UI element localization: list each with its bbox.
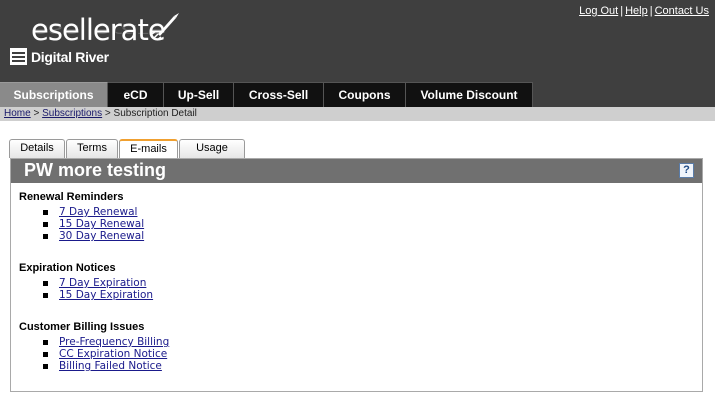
breadcrumb: Home > Subscriptions > Subscription Deta… — [0, 107, 715, 121]
list-item: 15 Day Expiration — [43, 289, 153, 301]
page-title: PW more testing — [24, 160, 167, 180]
expiration-notices-list: 7 Day Expiration 15 Day Expiration — [43, 277, 153, 301]
logout-link[interactable]: Log Out — [579, 5, 618, 17]
tab-details[interactable]: Details — [9, 139, 65, 158]
main-nav: Subscriptions eCD Up-Sell Cross-Sell Cou… — [0, 82, 715, 107]
tab-usage[interactable]: Usage — [179, 139, 245, 158]
help-icon[interactable]: ? — [679, 163, 694, 178]
contact-us-link[interactable]: Contact Us — [655, 5, 709, 17]
link-15-day-renewal[interactable]: 15 Day Renewal — [59, 218, 144, 230]
link-billing-failed-notice[interactable]: Billing Failed Notice — [59, 360, 162, 372]
list-item: 7 Day Expiration — [43, 277, 153, 289]
list-item: 15 Day Renewal — [43, 218, 144, 230]
link-pre-frequency-billing[interactable]: Pre-Frequency Billing — [59, 336, 169, 348]
renewal-reminders-list: 7 Day Renewal 15 Day Renewal 30 Day Rene… — [43, 206, 144, 242]
breadcrumb-separator: > — [104, 108, 111, 119]
breadcrumb-subscriptions[interactable]: Subscriptions — [42, 108, 102, 119]
nav-coupons[interactable]: Coupons — [324, 82, 406, 107]
customer-billing-issues-list: Pre-Frequency Billing CC Expiration Noti… — [43, 336, 169, 372]
tab-terms[interactable]: Terms — [66, 139, 118, 158]
link-30-day-renewal[interactable]: 30 Day Renewal — [59, 230, 144, 242]
renewal-reminders-section: Renewal Reminders 7 Day Renewal 15 Day R… — [19, 191, 144, 242]
link-7-day-expiration[interactable]: 7 Day Expiration — [59, 277, 146, 289]
breadcrumb-current: Subscription Detail — [113, 108, 197, 119]
digital-river-logo: Digital River — [10, 48, 109, 65]
list-item: Billing Failed Notice — [43, 360, 169, 372]
link-7-day-renewal[interactable]: 7 Day Renewal — [59, 206, 137, 218]
bullet-icon — [43, 363, 48, 369]
nav-volume-discount[interactable]: Volume Discount — [406, 82, 533, 107]
bullet-icon — [43, 221, 48, 227]
rocket-icon — [151, 13, 179, 41]
expiration-notices-section: Expiration Notices 7 Day Expiration 15 D… — [19, 262, 153, 301]
section-heading: Renewal Reminders — [19, 191, 124, 203]
digital-river-text: Digital River — [31, 48, 109, 65]
detail-tabs: Details Terms E-mails Usage — [9, 139, 246, 158]
tab-emails[interactable]: E-mails — [119, 139, 178, 158]
bullet-icon — [43, 233, 48, 239]
list-item: 7 Day Renewal — [43, 206, 144, 218]
nav-up-sell[interactable]: Up-Sell — [164, 82, 234, 107]
breadcrumb-separator: > — [33, 108, 40, 119]
bullet-icon — [43, 351, 48, 357]
bullet-icon — [43, 292, 48, 298]
panel-title-bar: PW more testing ? — [11, 159, 702, 183]
link-cc-expiration-notice[interactable]: CC Expiration Notice — [59, 348, 167, 360]
logo-reflection: esellerate — [31, 21, 165, 40]
section-heading: Customer Billing Issues — [19, 321, 145, 333]
list-item: 30 Day Renewal — [43, 230, 144, 242]
bullet-icon — [43, 209, 48, 215]
bullet-icon — [43, 280, 48, 286]
emails-panel: PW more testing ? Renewal Reminders 7 Da… — [10, 158, 703, 392]
section-heading: Expiration Notices — [19, 262, 116, 274]
nav-ecd[interactable]: eCD — [108, 82, 164, 107]
customer-billing-issues-section: Customer Billing Issues Pre-Frequency Bi… — [19, 321, 169, 372]
link-15-day-expiration[interactable]: 15 Day Expiration — [59, 289, 153, 301]
digital-river-icon — [10, 48, 27, 65]
breadcrumb-home[interactable]: Home — [4, 108, 31, 119]
top-links: Log Out | Help | Contact Us — [579, 5, 709, 17]
bullet-icon — [43, 339, 48, 345]
list-item: CC Expiration Notice — [43, 348, 169, 360]
header: esellerate esellerate Digital River Log … — [0, 0, 715, 82]
list-item: Pre-Frequency Billing — [43, 336, 169, 348]
nav-cross-sell[interactable]: Cross-Sell — [234, 82, 324, 107]
nav-subscriptions[interactable]: Subscriptions — [0, 82, 108, 107]
link-separator: | — [620, 5, 624, 17]
link-separator: | — [649, 5, 653, 17]
help-link[interactable]: Help — [625, 5, 648, 17]
